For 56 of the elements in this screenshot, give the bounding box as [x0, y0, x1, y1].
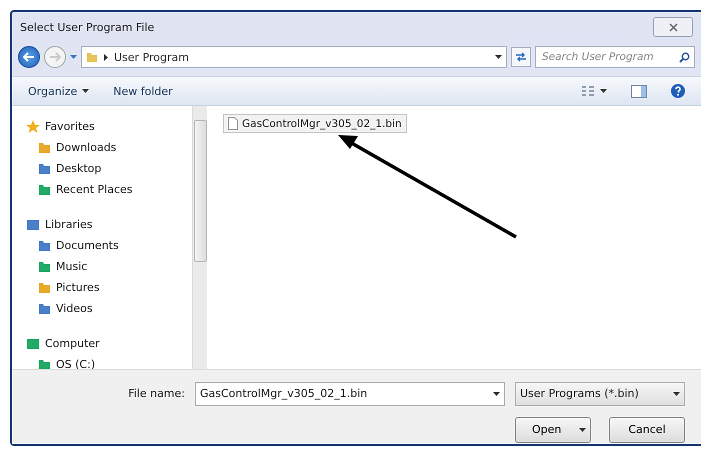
caret-icon	[493, 392, 500, 396]
file-name-field[interactable]: GasControlMgr_v305_02_1.bin	[195, 382, 505, 406]
caret-icon	[82, 89, 90, 93]
nav-group[interactable]: Favorites	[26, 116, 192, 137]
pane-icon	[631, 84, 647, 98]
address-path: User Program	[114, 50, 190, 64]
scrollbar[interactable]	[192, 106, 207, 369]
caret-icon	[495, 55, 502, 59]
caret-icon	[579, 428, 586, 432]
file-item[interactable]: GasControlMgr_v305_02_1.bin	[223, 114, 407, 133]
folder-icon	[38, 141, 51, 154]
forward-arrow-icon	[49, 52, 61, 62]
nav-item[interactable]: Music	[26, 256, 192, 277]
address-bar[interactable]: User Program	[81, 46, 507, 68]
folder-icon	[38, 260, 51, 273]
back-arrow-icon	[23, 52, 35, 62]
preview-pane-button[interactable]	[629, 82, 649, 100]
search-field[interactable]: Search User Program	[535, 46, 695, 68]
refresh-arrows-icon	[515, 52, 527, 62]
help-button[interactable]	[669, 82, 687, 100]
open-button[interactable]: Open	[515, 416, 591, 442]
close-icon	[668, 22, 678, 32]
nav-item[interactable]: Pictures	[26, 277, 192, 298]
caret-icon	[600, 89, 607, 93]
nav-item[interactable]: Desktop	[26, 158, 192, 179]
nav-group[interactable]: Computer	[26, 333, 192, 354]
new-folder-button[interactable]: New folder	[111, 82, 175, 100]
folder-icon	[38, 281, 51, 294]
back-button[interactable]	[18, 46, 40, 68]
file-type-dropdown[interactable]: User Programs (*.bin)	[515, 382, 685, 406]
refresh-button[interactable]	[511, 47, 531, 67]
cancel-button[interactable]: Cancel	[609, 416, 685, 442]
folder-icon	[86, 51, 98, 63]
caret-icon	[673, 392, 680, 396]
nav-item[interactable]: Videos	[26, 298, 192, 319]
nav-group[interactable]: Libraries	[26, 214, 192, 235]
nav-item[interactable]: Recent Places	[26, 179, 192, 200]
nav-item[interactable]: Documents	[26, 235, 192, 256]
star-icon	[26, 120, 40, 134]
nav-item[interactable]: Downloads	[26, 137, 192, 158]
library-folder-icon	[26, 218, 40, 232]
file-name-label: File name:	[128, 387, 185, 400]
chevron-icon	[104, 54, 108, 60]
search-icon	[679, 52, 690, 62]
dropdown-caret-icon[interactable]	[70, 55, 77, 59]
help-icon	[671, 84, 685, 98]
computer-icon	[26, 336, 40, 350]
folder-icon	[38, 302, 51, 315]
view-list-icon	[581, 85, 595, 97]
file-icon	[228, 117, 238, 130]
organize-button[interactable]: Organize	[26, 82, 92, 100]
window-title: Select User Program File	[20, 20, 154, 34]
folder-icon	[38, 162, 51, 175]
close-button[interactable]	[653, 17, 693, 37]
folder-icon	[38, 239, 51, 252]
folder-icon	[38, 183, 51, 196]
